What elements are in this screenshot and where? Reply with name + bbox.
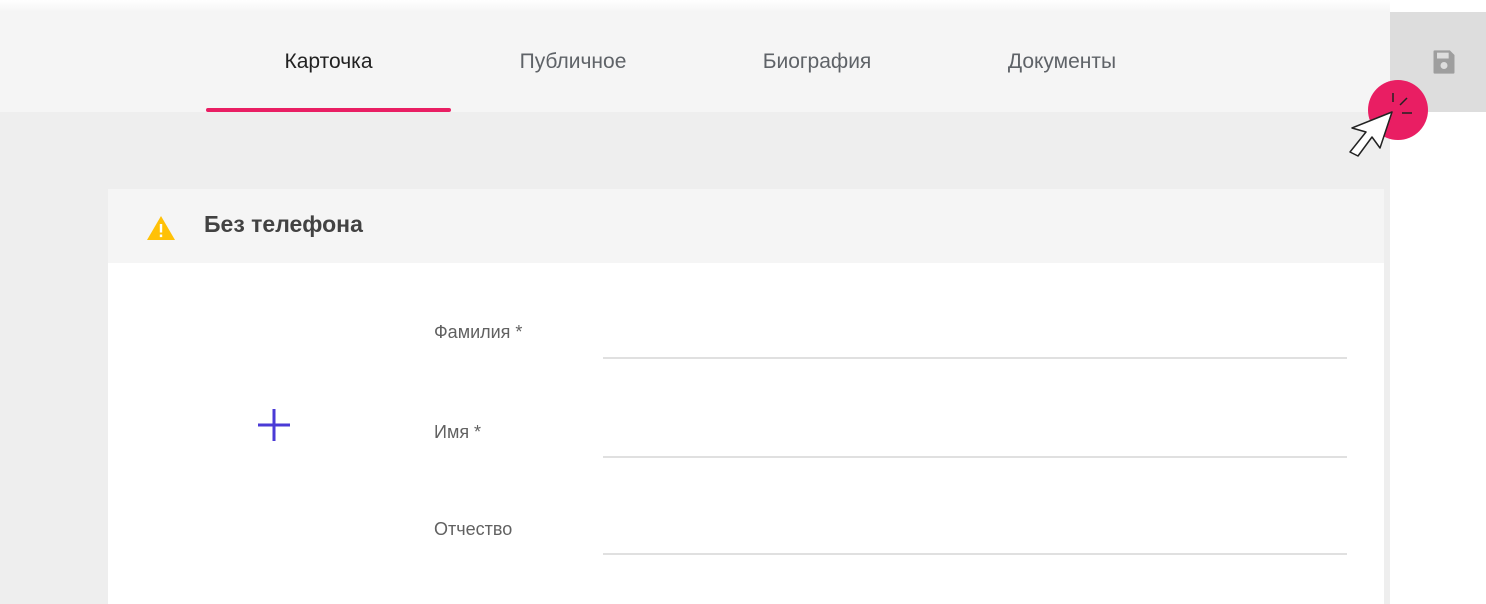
card-header: Без телефона	[108, 189, 1384, 263]
first-name-field[interactable]	[603, 422, 1347, 458]
first-name-label: Имя *	[434, 422, 482, 442]
warning-triangle-icon	[147, 216, 175, 240]
plus-icon[interactable]	[254, 405, 294, 445]
app-window: Карточка Публичное Биография Документы Б…	[0, 0, 1486, 604]
tab-card[interactable]: Карточка	[206, 12, 451, 112]
main-area: Карточка Публичное Биография Документы Б…	[0, 12, 1390, 604]
active-tab-indicator	[206, 108, 451, 112]
patronymic-label: Отчество	[434, 519, 513, 539]
tab-bar: Карточка Публичное Биография Документы	[0, 12, 1390, 112]
profile-card: Без телефона Фамилия * Имя * Отчество	[108, 189, 1384, 604]
tab-biography[interactable]: Биография	[717, 12, 917, 112]
last-name-field[interactable]	[603, 323, 1347, 359]
card-title: Без телефона	[204, 211, 363, 237]
patronymic-field[interactable]	[603, 519, 1347, 555]
tab-documents[interactable]: Документы	[962, 12, 1162, 112]
top-shadow	[0, 0, 1390, 12]
click-cursor-icon	[1349, 80, 1428, 157]
save-icon[interactable]	[1430, 48, 1458, 76]
last-name-label: Фамилия *	[434, 322, 523, 342]
tab-public[interactable]: Публичное	[473, 12, 673, 112]
